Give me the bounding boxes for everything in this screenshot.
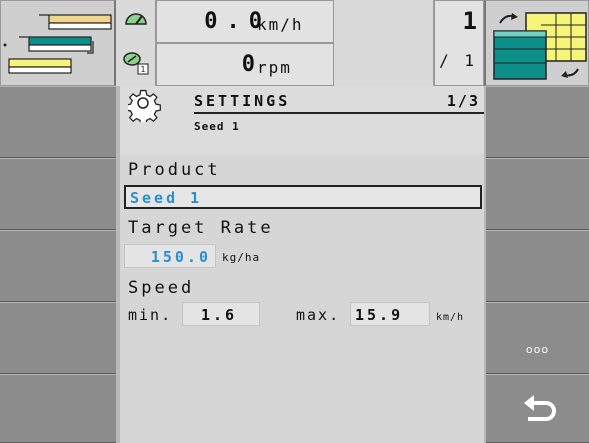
panel-title: SETTINGS xyxy=(194,92,291,110)
rpm-value: 0 xyxy=(241,52,255,77)
gear-icon xyxy=(128,89,161,122)
speedometer-icon xyxy=(125,13,147,25)
settings-body: Product Seed 1 Target Rate 150.0 kg/ha S… xyxy=(120,154,484,443)
section-control-icon xyxy=(493,12,587,80)
product-field[interactable]: Seed 1 xyxy=(124,185,482,209)
page-total: / 1 xyxy=(439,51,477,70)
left-softkey-4[interactable] xyxy=(0,302,116,374)
min-speed-value: 1.6 xyxy=(201,306,238,324)
section-control-button[interactable] xyxy=(484,0,589,86)
speed-unit: km/h xyxy=(257,15,304,34)
speed-unit-label: km/h xyxy=(436,312,465,323)
speed-label: Speed xyxy=(128,278,195,298)
min-speed-field[interactable]: 1.6 xyxy=(182,302,260,326)
svg-text:1: 1 xyxy=(140,65,145,74)
page-indicator: 1/3 xyxy=(446,92,480,110)
settings-header: SETTINGS 1/3 Seed 1 xyxy=(120,86,484,154)
target-rate-label: Target Rate xyxy=(128,218,274,238)
target-rate-unit: kg/ha xyxy=(222,251,261,264)
max-speed-value: 15.9 xyxy=(355,306,404,324)
back-arrow-icon xyxy=(524,395,556,421)
max-label: max. xyxy=(296,306,341,324)
target-rate-field[interactable]: 150.0 xyxy=(124,244,216,268)
left-softkey-3[interactable] xyxy=(0,230,116,302)
right-softkey-2[interactable] xyxy=(486,158,589,230)
left-softkey-5[interactable] xyxy=(0,374,116,443)
right-softkey-3[interactable] xyxy=(486,230,589,302)
page-current: 1 xyxy=(462,7,477,35)
back-button[interactable] xyxy=(486,374,589,443)
left-softkey-2[interactable] xyxy=(0,158,116,230)
page-counter: 1 / 1 xyxy=(434,0,484,86)
more-options-button[interactable]: ooo xyxy=(486,302,589,374)
implement-layout-icon xyxy=(3,14,112,74)
min-label: min. xyxy=(128,306,173,324)
implement-overview-button[interactable] xyxy=(0,0,116,86)
rpm-gauge-icon: 1 xyxy=(123,52,149,75)
product-value: Seed 1 xyxy=(130,189,203,207)
panel-subtitle: Seed 1 xyxy=(194,120,240,133)
speed-readout: 0.0 km/h xyxy=(156,0,334,43)
rpm-unit: rpm xyxy=(257,58,292,77)
left-softkey-1[interactable] xyxy=(0,86,116,158)
rpm-readout: 0 rpm xyxy=(156,43,334,86)
speed-value: 0.0 xyxy=(204,9,271,34)
max-speed-field[interactable]: 15.9 xyxy=(350,302,430,326)
product-label: Product xyxy=(128,160,221,180)
target-rate-value: 150.0 xyxy=(150,248,211,266)
right-softkey-1[interactable] xyxy=(486,86,589,158)
more-options-label: ooo xyxy=(525,343,550,356)
